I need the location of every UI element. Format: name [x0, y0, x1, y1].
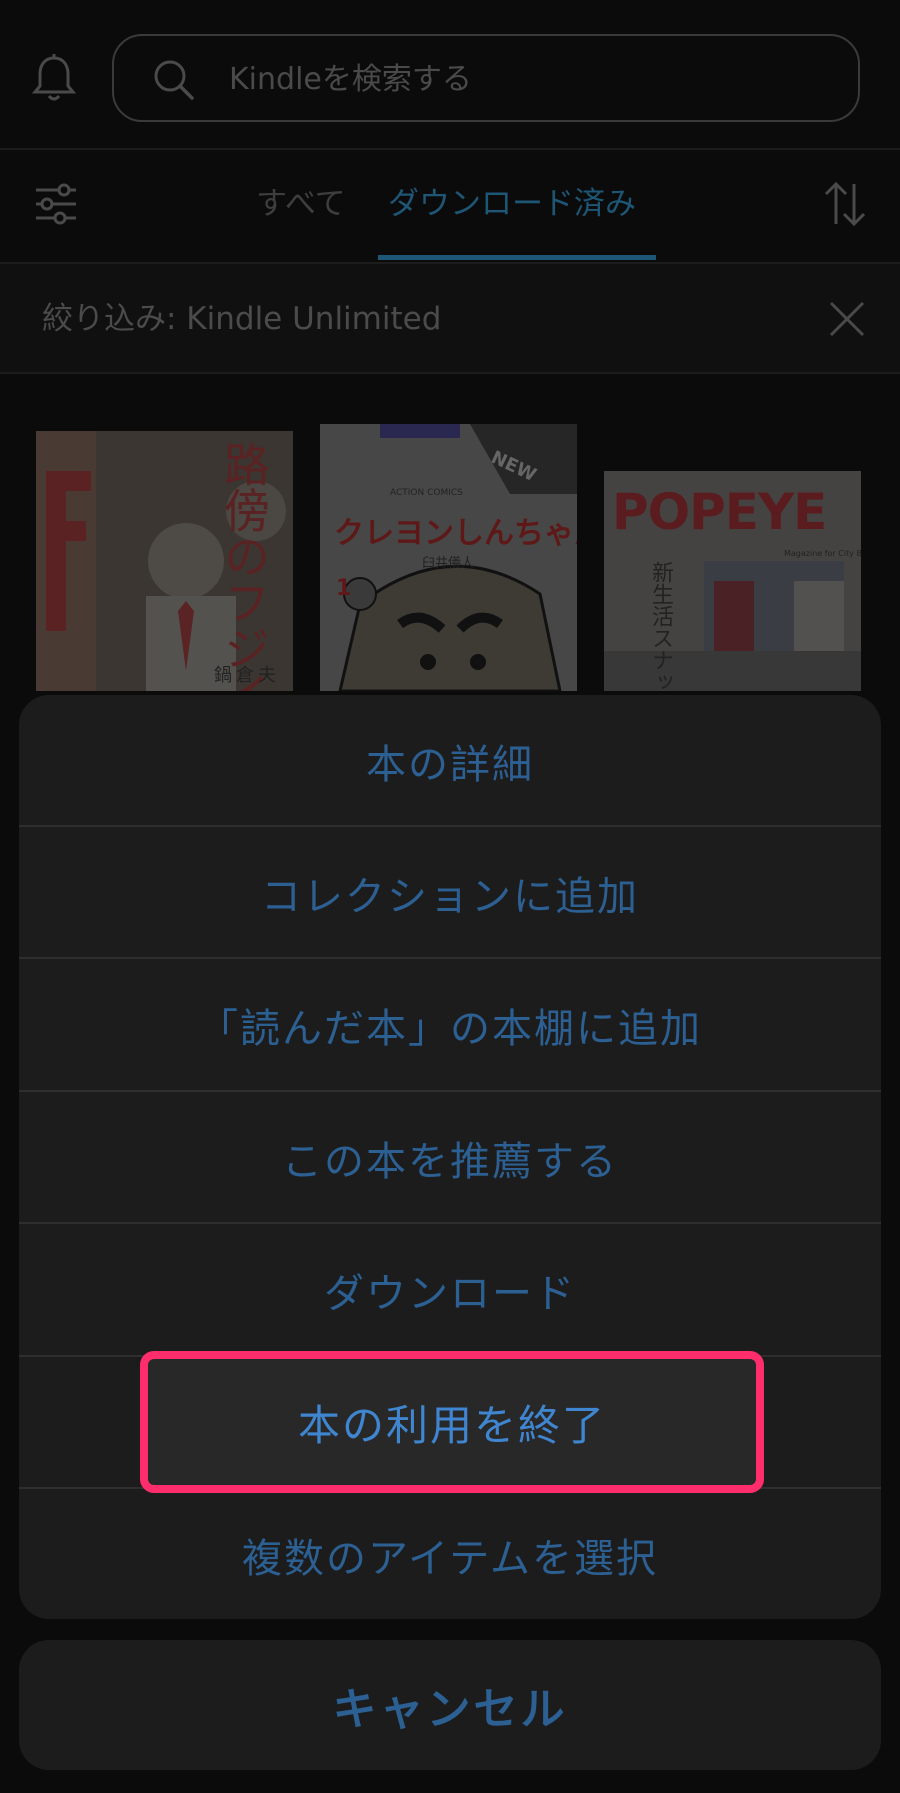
action-book-details[interactable]: 本の詳細 [19, 695, 881, 827]
bell-icon[interactable] [30, 52, 78, 104]
book-1-title: 路傍のフジイ [217, 441, 271, 691]
filter-divider [0, 372, 900, 374]
book-cover-3[interactable]: POPEYE Magazine for City Boys 新生活スナップ [604, 471, 861, 691]
action-recommend-book[interactable]: この本を推薦する [19, 1092, 881, 1224]
action-download[interactable]: ダウンロード [19, 1224, 881, 1356]
action-return-book[interactable]: 本の利用を終了 [140, 1351, 764, 1493]
active-tab-indicator [378, 255, 656, 260]
tab-all[interactable]: すべて [256, 182, 346, 226]
search-input[interactable]: Kindleを検索する [112, 34, 860, 122]
action-add-to-collection[interactable]: コレクションに追加 [19, 827, 881, 959]
tab-downloaded[interactable]: ダウンロード済み [388, 182, 636, 226]
sort-icon[interactable] [822, 180, 868, 228]
book-2-author: 臼井儀人 [422, 556, 475, 571]
book-cover-1[interactable]: 路傍のフジイ 鍋倉夫 [36, 431, 293, 691]
book-2-volume: 1 [336, 576, 352, 601]
header-divider [0, 148, 900, 150]
book-3-subtitle: Magazine for City Boys [784, 549, 861, 558]
book-1-author: 鍋倉夫 [214, 665, 280, 686]
filter-settings-icon[interactable] [34, 182, 78, 226]
book-cover-2[interactable]: NEW ACTION COMICS クレヨンしんちゃん 臼井儀人 1 [320, 424, 577, 691]
close-icon[interactable] [828, 300, 866, 338]
cancel-button[interactable]: キャンセル [19, 1640, 881, 1770]
book-2-series: ACTION COMICS [390, 488, 463, 498]
search-placeholder: Kindleを検索する [229, 62, 472, 97]
search-icon [152, 58, 196, 102]
filter-label: 絞り込み: Kindle Unlimited [42, 301, 442, 337]
book-3-title: POPEYE [612, 483, 827, 541]
book-3-side-text: 新生活スナップ [648, 561, 673, 691]
action-add-to-read-shelf[interactable]: 「読んだ本」の本棚に追加 [19, 959, 881, 1091]
action-select-multiple[interactable]: 複数のアイテムを選択 [19, 1489, 881, 1619]
book-2-title: クレヨンしんちゃん [334, 516, 577, 551]
